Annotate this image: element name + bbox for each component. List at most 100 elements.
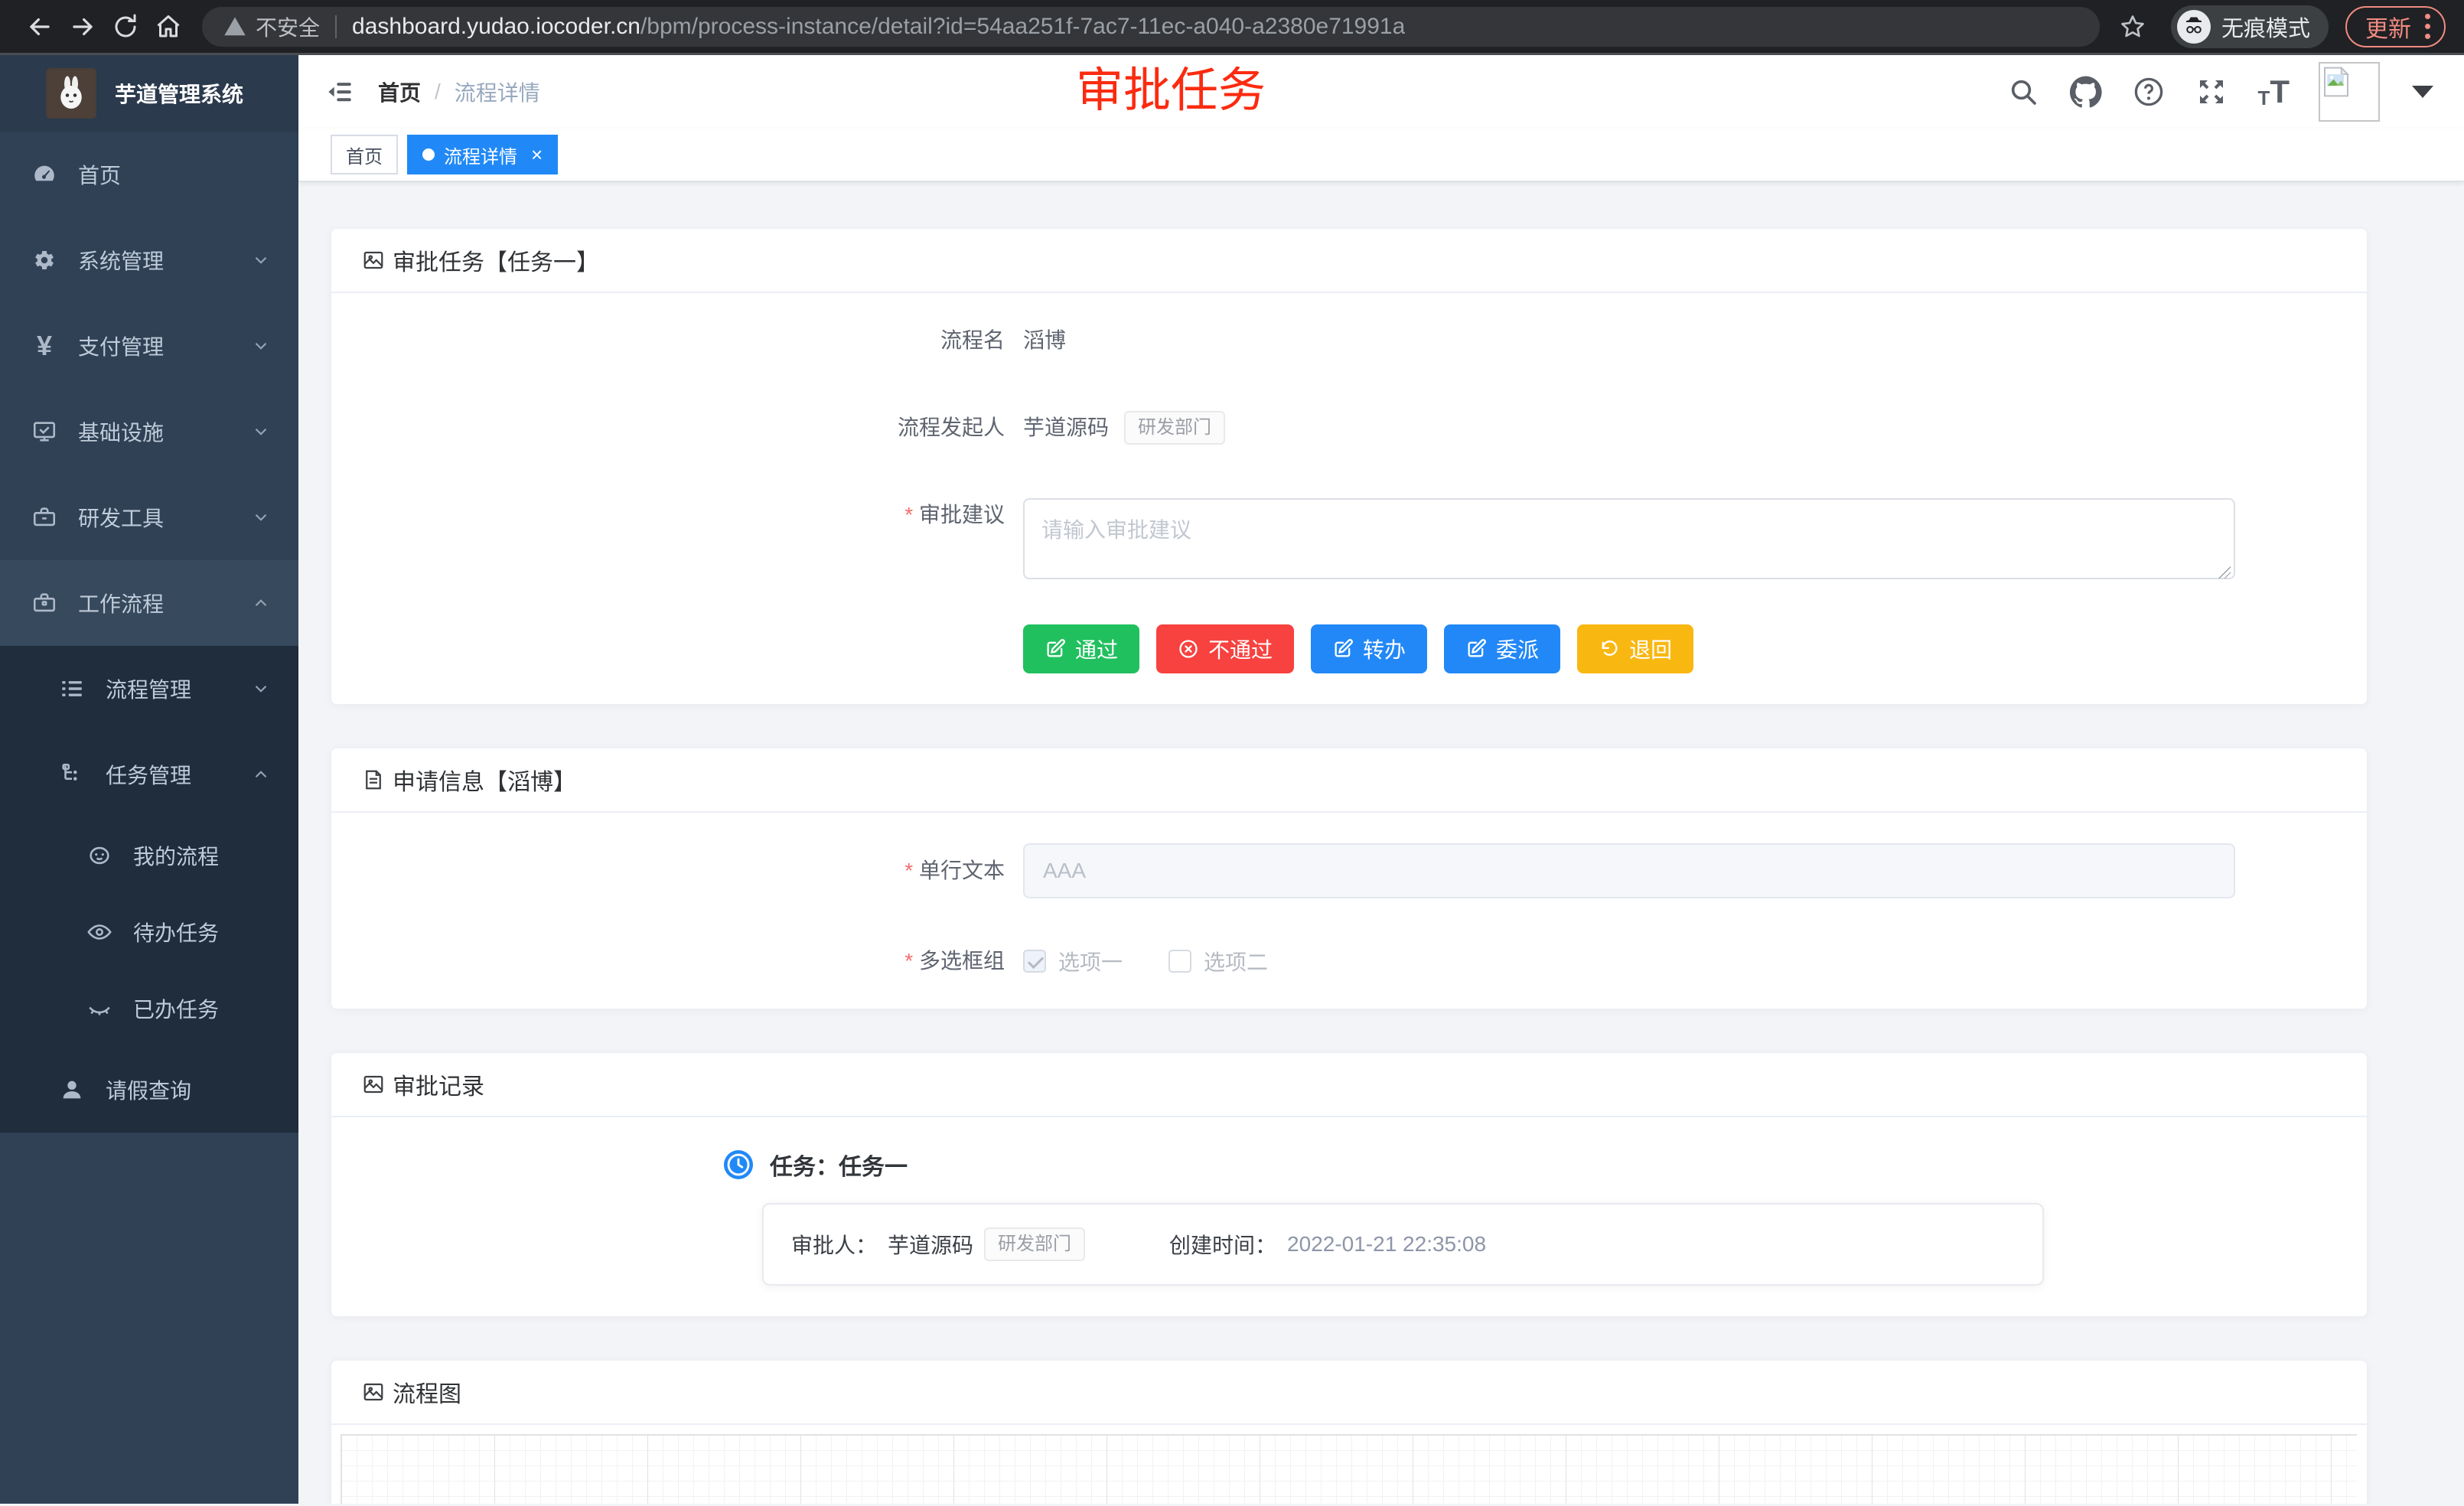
create-time-label: 创建时间： [1169, 1229, 1276, 1260]
single-text-input[interactable] [1023, 843, 2235, 898]
dashboard-icon [31, 161, 58, 188]
close-icon[interactable]: × [531, 143, 543, 167]
sidebar-item-home[interactable]: 首页 [0, 132, 298, 217]
field-label: 流程发起人 [362, 411, 1023, 445]
incognito-badge: 无痕模式 [2171, 5, 2329, 48]
sidebar-item-process-mgmt[interactable]: 流程管理 [0, 646, 298, 732]
checkbox-icon [1168, 950, 1191, 973]
chevron-down-icon [251, 250, 271, 270]
reload-icon[interactable] [104, 5, 147, 48]
checkbox-option-1[interactable]: 选项一 [1023, 946, 1123, 976]
approver-value: 芋道源码 [888, 1229, 973, 1260]
bookmark-star-icon[interactable] [2111, 5, 2154, 48]
sidebar-item-devtools[interactable]: 研发工具 [0, 474, 298, 560]
briefcase-icon [31, 589, 58, 617]
bpmn-diagram-canvas[interactable] [341, 1434, 2357, 1504]
eye-open-icon [86, 918, 113, 946]
field-label-required: 多选框组 [362, 944, 1023, 978]
field-label: 流程名 [362, 324, 1023, 357]
active-tab-dot [422, 148, 435, 161]
chevron-down-icon [251, 422, 271, 442]
sidebar-item-leave-query[interactable]: 请假查询 [0, 1047, 298, 1133]
form-row-checkbox-group: 多选框组 选项一 选项二 [362, 944, 2336, 978]
field-label-required: 审批建议 [362, 498, 1023, 532]
field-label-required: 单行文本 [362, 854, 1023, 888]
dept-tag: 研发部门 [1124, 411, 1225, 445]
tree-icon [58, 761, 86, 788]
initiator-value: 芋道源码 [1023, 411, 1109, 445]
card-title: 审批记录 [393, 1068, 484, 1101]
sidebar-logo-row[interactable]: 芋道管理系统 [0, 55, 298, 132]
sidebar-item-done-tasks[interactable]: 已办任务 [0, 970, 298, 1047]
topbar: 首页 / 流程详情 审批任务 TT [298, 55, 2464, 129]
browser-chrome: 不安全 dashboard.yudao.iocoder.cn/bpm/proce… [0, 0, 2464, 55]
checkbox-option-2[interactable]: 选项二 [1168, 946, 1268, 976]
create-time-value: 2022-01-21 22:35:08 [1287, 1232, 1486, 1257]
url-text: dashboard.yudao.iocoder.cn/bpm/process-i… [352, 14, 1405, 40]
broken-image-icon [2323, 67, 2349, 97]
breadcrumb-home[interactable]: 首页 [378, 77, 421, 107]
suggestion-textarea[interactable] [1023, 498, 2235, 579]
github-icon[interactable] [2069, 75, 2103, 109]
checkbox-group: 选项一 选项二 [1023, 946, 1268, 976]
incognito-icon [2177, 10, 2211, 44]
avatar[interactable] [2319, 62, 2380, 122]
chevron-down-icon [251, 336, 271, 356]
sidebar-toggle-icon[interactable] [321, 73, 358, 110]
picture-icon [362, 1380, 385, 1403]
forward-icon[interactable] [61, 5, 104, 48]
approval-record-card: 审批记录 任务：任务一 审批人： 芋道源码 [331, 1052, 2368, 1317]
back-icon[interactable] [18, 5, 61, 48]
chevron-up-icon [251, 764, 271, 784]
dept-tag: 研发部门 [984, 1227, 1085, 1261]
checkbox-icon [1023, 950, 1046, 973]
approver-item: 审批人： 芋道源码 研发部门 [791, 1227, 1085, 1261]
chevron-up-icon [251, 593, 271, 613]
undo-icon [1599, 638, 1620, 660]
sidebar-item-system[interactable]: 系统管理 [0, 217, 298, 303]
return-button[interactable]: 退回 [1577, 624, 1693, 673]
application-info-card: 申请信息【滔博】 单行文本 多选框组 选项一 [331, 748, 2368, 1009]
font-size-icon[interactable]: TT [2257, 76, 2290, 108]
card-header: 审批记录 [331, 1053, 2367, 1117]
card-header: 流程图 [331, 1361, 2367, 1425]
home-icon[interactable] [147, 5, 190, 48]
warning-icon [223, 15, 246, 38]
search-icon[interactable] [2006, 75, 2040, 109]
help-icon[interactable] [2132, 75, 2166, 109]
sidebar-item-todo-tasks[interactable]: 待办任务 [0, 894, 298, 970]
reject-button[interactable]: 不通过 [1156, 624, 1294, 673]
monitor-icon [31, 418, 58, 445]
card-title: 申请信息【滔博】 [393, 763, 576, 797]
tag-tab-home[interactable]: 首页 [331, 135, 398, 174]
browser-update-button[interactable]: 更新 [2345, 6, 2446, 47]
sidebar-item-payment[interactable]: ¥ 支付管理 [0, 303, 298, 389]
address-bar[interactable]: 不安全 dashboard.yudao.iocoder.cn/bpm/proce… [202, 7, 2100, 47]
circle-close-icon [1178, 638, 1199, 660]
tag-tab-process-detail[interactable]: 流程详情 × [407, 135, 558, 174]
security-chip[interactable]: 不安全 [223, 11, 320, 42]
delegate-button[interactable]: 委派 [1444, 624, 1560, 673]
form-row-single-text: 单行文本 [362, 843, 2336, 898]
sidebar-item-workflow[interactable]: 工作流程 [0, 560, 298, 646]
action-buttons: 通过 不通过 转办 委派 [1023, 624, 2336, 673]
sidebar-item-my-process[interactable]: 我的流程 [0, 817, 298, 894]
omnibox-divider [335, 15, 337, 38]
incognito-label: 无痕模式 [2221, 11, 2310, 43]
approval-timeline: 任务：任务一 审批人： 芋道源码 研发部门 创建时间： 2022-01-21 2… [724, 1148, 2336, 1286]
sidebar-item-task-mgmt[interactable]: 任务管理 [0, 732, 298, 817]
more-dots-icon[interactable] [2425, 14, 2430, 39]
approve-task-card: 审批任务【任务一】 流程名 滔博 流程发起人 芋道源码 研发部门 [331, 228, 2368, 705]
fullscreen-icon[interactable] [2195, 75, 2228, 109]
transfer-button[interactable]: 转办 [1311, 624, 1427, 673]
breadcrumb: 首页 / 流程详情 [378, 77, 540, 107]
picture-icon [362, 1073, 385, 1096]
form-row-initiator: 流程发起人 芋道源码 研发部门 [362, 411, 2336, 445]
chevron-down-icon [251, 507, 271, 527]
approve-button[interactable]: 通过 [1023, 624, 1139, 673]
toolbox-icon [31, 504, 58, 531]
update-label: 更新 [2365, 10, 2411, 44]
caret-down-icon[interactable] [2412, 86, 2433, 98]
sidebar-menu: 首页 系统管理 ¥ 支付管理 基础设施 [0, 132, 298, 1133]
sidebar-item-infra[interactable]: 基础设施 [0, 389, 298, 474]
